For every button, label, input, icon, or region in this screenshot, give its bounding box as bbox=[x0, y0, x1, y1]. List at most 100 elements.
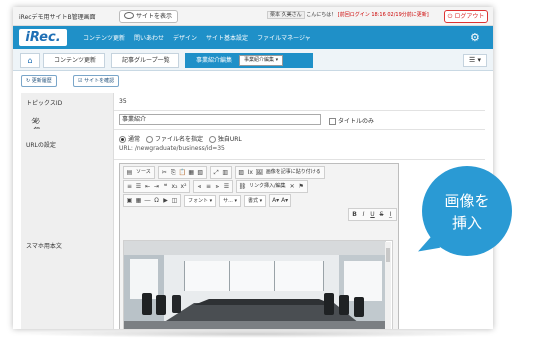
title-label-cell: タイトル必須 bbox=[21, 110, 114, 152]
breadcrumb-select-value: 事業紹介編集 bbox=[244, 57, 275, 63]
menu-icon[interactable]: ☰ ▾ bbox=[463, 54, 487, 67]
checkbox-icon bbox=[329, 118, 336, 125]
underline-icon[interactable]: U bbox=[368, 210, 377, 219]
toolbar-row-1: ▤ ソース ✂ ⎘ 📋 ▦ ▧ ⤢ ▥ ▨ Ix 🖼 画像を記事に貼り付ける bbox=[123, 166, 328, 179]
row-url: URLの設定 通常 ファイル名を指定 独自URL URL: /newgradua… bbox=[21, 129, 485, 160]
row-title: タイトル必須 事業紹介 タイトルのみ bbox=[21, 110, 485, 152]
numbered-list-icon[interactable]: ≡ bbox=[125, 182, 134, 191]
radio-icon bbox=[208, 136, 216, 143]
nav-item-file-manager[interactable]: ファイルマネージャ bbox=[257, 33, 311, 42]
source-icon: ▤ bbox=[126, 169, 133, 176]
format-select[interactable]: 書式 ▾ bbox=[244, 194, 267, 207]
frame-shadow bbox=[20, 330, 486, 338]
scroll-thumb[interactable] bbox=[386, 248, 390, 262]
align-group: ⫷ ≡ ⫸ ☰ bbox=[193, 180, 233, 193]
font-value: フォント bbox=[188, 197, 209, 204]
logout-label: ログアウト bbox=[454, 13, 485, 20]
strike-icon[interactable]: S bbox=[377, 210, 386, 219]
align-right-icon[interactable]: ⫸ bbox=[213, 182, 222, 191]
nav-items: コンテンツ更新 問いあわせ デザイン サイト基本設定 ファイルマネージャ bbox=[83, 26, 320, 49]
logout-icon: ⏻ bbox=[447, 13, 453, 20]
justify-icon[interactable]: ☰ bbox=[222, 182, 231, 191]
body-label-cell: スマホ用本文 bbox=[21, 159, 114, 329]
nav-item-content-update[interactable]: コンテンツ更新 bbox=[83, 33, 125, 42]
bullet-list-icon[interactable]: ☰ bbox=[134, 182, 143, 191]
nav-item-inquiry[interactable]: 問いあわせ bbox=[134, 33, 164, 42]
paste-icon[interactable]: 📋 bbox=[178, 168, 187, 177]
insert-link-button[interactable]: リンク挿入/編集 bbox=[247, 182, 288, 191]
superscript-icon[interactable]: x² bbox=[179, 182, 188, 191]
subscript-icon[interactable]: x₂ bbox=[170, 182, 179, 191]
cut-icon[interactable]: ✂ bbox=[160, 168, 169, 177]
topic-id-label: トピックスID bbox=[26, 100, 63, 107]
history-button[interactable]: ↻ 更新履歴 bbox=[21, 75, 57, 87]
paste-image-button[interactable]: 画像を記事に貼り付ける bbox=[264, 168, 323, 177]
indent-icon[interactable]: ⇥ bbox=[152, 182, 161, 191]
youtube-icon[interactable]: ▶ bbox=[161, 196, 170, 205]
maximize-icon[interactable]: ⤢ bbox=[212, 168, 221, 177]
office-image[interactable] bbox=[124, 241, 386, 329]
align-center-icon[interactable]: ≡ bbox=[204, 182, 213, 191]
url-radio-filename[interactable]: ファイル名を指定 bbox=[145, 136, 203, 143]
breadcrumb-article-groups[interactable]: 記事グループ一覧 bbox=[111, 53, 179, 68]
source-button[interactable]: ソース bbox=[134, 168, 153, 177]
site-title: iRecデモ用サイトB管理画面 bbox=[19, 14, 96, 21]
unlink-icon[interactable]: ✕ bbox=[288, 182, 297, 191]
callout-line-2: 挿入 bbox=[451, 214, 482, 232]
breadcrumb-select[interactable]: 事業紹介編集 ▾ bbox=[239, 55, 284, 66]
italic-icon[interactable]: I bbox=[359, 210, 368, 219]
nav-item-design[interactable]: デザイン bbox=[173, 33, 197, 42]
template-icon[interactable]: ▨ bbox=[237, 168, 246, 177]
callout-line-1: 画像を bbox=[444, 192, 490, 210]
copy-icon[interactable]: ⎘ bbox=[169, 168, 178, 177]
browser-frame: iRecデモ用サイトB管理画面 サイトを表示 栗本 久美さん こんにちは！ [前… bbox=[13, 7, 493, 329]
editor-content-area[interactable] bbox=[123, 240, 393, 329]
title-input[interactable]: 事業紹介 bbox=[119, 114, 321, 125]
history-label: 更新履歴 bbox=[31, 78, 52, 84]
insert-group: ▣ ▦ ― Ω ▶ ◫ bbox=[123, 194, 181, 207]
special-char-icon[interactable]: Ω bbox=[152, 196, 161, 205]
text-color-icon[interactable]: A▾ bbox=[271, 196, 280, 205]
title-only-checkbox[interactable]: タイトルのみ bbox=[329, 116, 374, 125]
hr-icon[interactable]: ― bbox=[143, 196, 152, 205]
bg-color-icon[interactable]: A▾ bbox=[280, 196, 289, 205]
bold-icon[interactable]: B bbox=[350, 210, 359, 219]
url-radio-group: 通常 ファイル名を指定 独自URL bbox=[119, 134, 242, 143]
breadcrumb-content-update[interactable]: コンテンツ更新 bbox=[43, 53, 106, 68]
paste-word-icon[interactable]: ▧ bbox=[196, 168, 205, 177]
iframe-icon[interactable]: ◫ bbox=[170, 196, 179, 205]
underline-dash-icon[interactable]: I̲ bbox=[386, 210, 395, 219]
blocks-icon[interactable]: ▥ bbox=[221, 168, 230, 177]
view-site-button[interactable]: サイトを表示 bbox=[119, 10, 179, 23]
preview-button[interactable]: ☑ サイトを確認 bbox=[73, 75, 120, 87]
table-icon[interactable]: ▦ bbox=[134, 196, 143, 205]
image-icon: 🖼 bbox=[255, 169, 264, 176]
link-group: ⛓ リンク挿入/編集 ✕ ⚑ bbox=[236, 180, 308, 193]
outdent-icon[interactable]: ⇤ bbox=[143, 182, 152, 191]
greeting: こんにちは！ bbox=[306, 12, 337, 18]
home-icon[interactable]: ⌂ bbox=[20, 53, 40, 68]
logout-button[interactable]: ⏻ ログアウト bbox=[444, 10, 488, 23]
anchor-icon[interactable]: ⚑ bbox=[297, 182, 306, 191]
irec-logo[interactable]: iRec. bbox=[19, 29, 67, 46]
paste-text-icon[interactable]: ▦ bbox=[187, 168, 196, 177]
align-left-icon[interactable]: ⫷ bbox=[195, 182, 204, 191]
font-select[interactable]: フォント ▾ bbox=[184, 194, 217, 207]
source-group: ▤ ソース bbox=[123, 166, 155, 179]
link-icon: ⛓ bbox=[238, 183, 247, 190]
breadcrumb: ⌂ コンテンツ更新 記事グループ一覧 事業紹介編集 事業紹介編集 ▾ ☰ ▾ bbox=[13, 49, 493, 71]
refresh-icon: ↻ bbox=[26, 78, 31, 84]
user-name: 栗本 久美さん bbox=[267, 11, 305, 19]
nav-item-site-settings[interactable]: サイト基本設定 bbox=[206, 33, 248, 42]
insert-image-icon[interactable]: ▣ bbox=[125, 196, 134, 205]
url-radio-normal[interactable]: 通常 bbox=[119, 136, 140, 143]
list-group: ≡ ☰ ⇤ ⇥ ❝ x₂ x² bbox=[123, 180, 190, 193]
editor-scrollbar[interactable] bbox=[385, 242, 391, 329]
blockquote-icon[interactable]: ❝ bbox=[161, 182, 170, 191]
size-select[interactable]: サ... ▾ bbox=[219, 194, 242, 207]
url-radio-custom[interactable]: 独自URL bbox=[208, 136, 242, 143]
remove-format-icon[interactable]: Ix bbox=[246, 168, 255, 177]
gear-icon[interactable]: ⚙ bbox=[470, 32, 481, 43]
radio-icon bbox=[145, 136, 153, 143]
color-group: A▾ A▾ bbox=[269, 194, 292, 207]
